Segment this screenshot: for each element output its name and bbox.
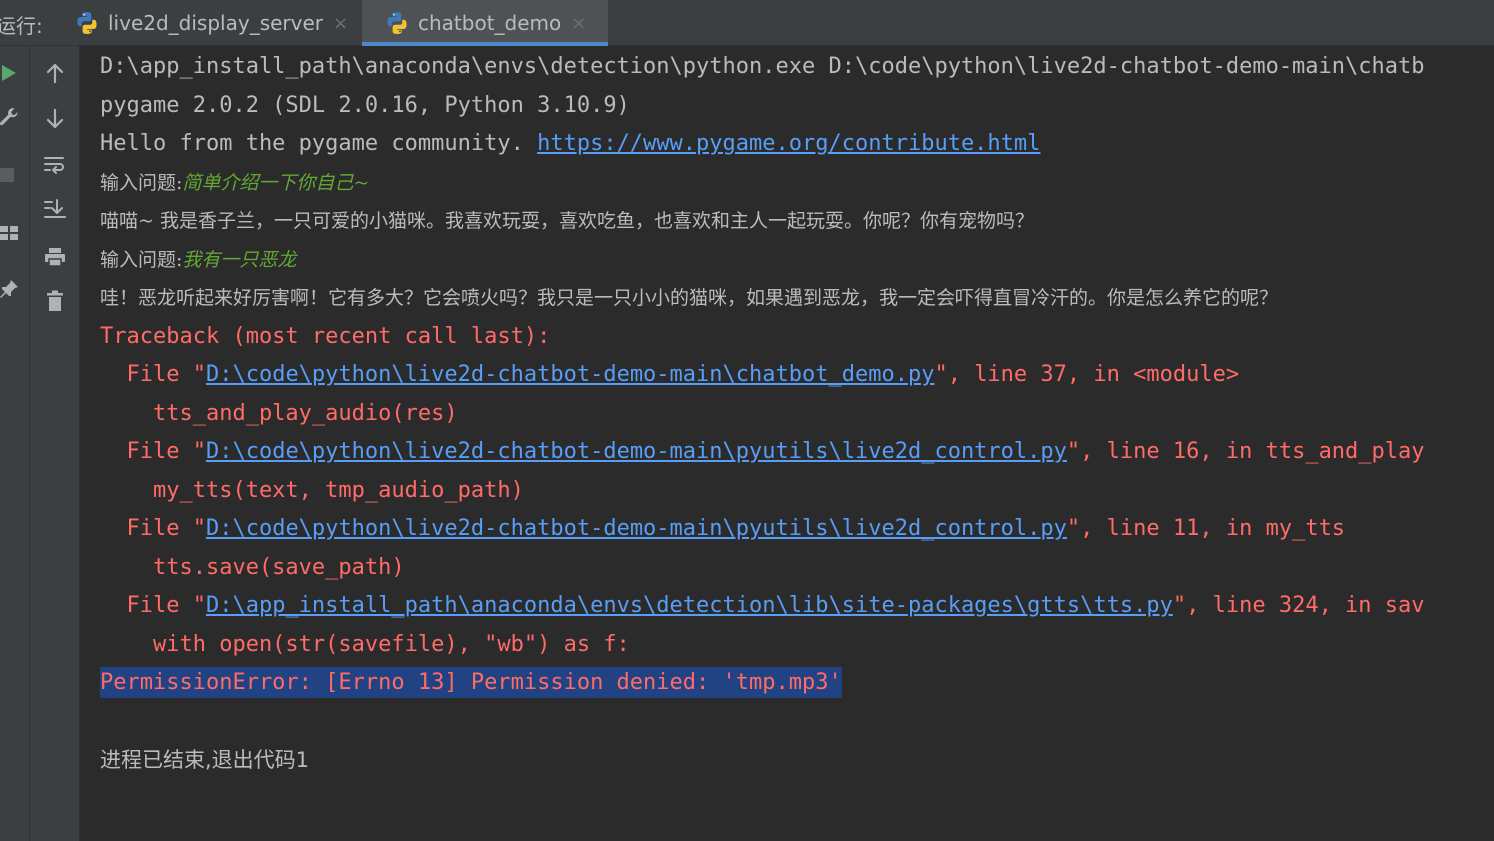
python-icon bbox=[387, 12, 407, 34]
arrow-down-icon[interactable] bbox=[40, 104, 70, 134]
frame-suffix: ", line 324, in sav bbox=[1172, 593, 1425, 618]
error-line[interactable]: PermissionError: [Errno 13] Permission d… bbox=[100, 666, 842, 700]
tab-live2d-display-server[interactable]: live2d_display_server × bbox=[74, 0, 354, 46]
pin-icon[interactable] bbox=[0, 274, 24, 304]
prompt-label: 输入问题: bbox=[100, 172, 183, 194]
prompt-line-1: 输入问题:简单介绍一下你自己~ bbox=[100, 166, 369, 200]
pygame-contribute-link[interactable]: https://www.pygame.org/contribute.html bbox=[537, 131, 1040, 156]
tab-chatbot-demo[interactable]: chatbot_demo × bbox=[362, 0, 608, 46]
hello-text: Hello from the pygame community. bbox=[100, 131, 538, 156]
user-input-1: 简单介绍一下你自己~ bbox=[182, 172, 370, 194]
frame-prefix: File " bbox=[100, 439, 206, 464]
prompt-label: 输入问题: bbox=[100, 249, 183, 271]
user-input-2: 我有一只恶龙 bbox=[182, 249, 297, 271]
selected-error-text: PermissionError: [Errno 13] Permission d… bbox=[100, 667, 842, 698]
traceback-header: Traceback (most recent call last): bbox=[100, 324, 551, 349]
frame-suffix: ", line 16, in tts_and_play bbox=[1066, 439, 1425, 464]
close-icon[interactable]: × bbox=[333, 13, 348, 34]
close-icon[interactable]: × bbox=[571, 13, 586, 34]
python-icon bbox=[77, 12, 97, 34]
traceback-frame: File "D:\app_install_path\anaconda\envs\… bbox=[100, 589, 1425, 623]
stop-icon[interactable] bbox=[0, 160, 22, 190]
console-output[interactable]: D:\app_install_path\anaconda\envs\detect… bbox=[80, 46, 1494, 841]
file-path-link[interactable]: D:\code\python\live2d-chatbot-demo-main\… bbox=[206, 439, 1067, 464]
tab-label: live2d_display_server bbox=[108, 11, 323, 35]
traceback-code: tts.save(save_path) bbox=[100, 555, 405, 580]
tab-label: chatbot_demo bbox=[418, 11, 562, 35]
exit-line: 进程已结束,退出代码1 bbox=[100, 743, 309, 777]
frame-prefix: File " bbox=[100, 593, 206, 618]
traceback-frame: File "D:\code\python\live2d-chatbot-demo… bbox=[100, 512, 1345, 546]
bot-reply-1: 喵喵~ 我是香子兰，一只可爱的小猫咪。我喜欢玩耍，喜欢吃鱼，也喜欢和主人一起玩耍… bbox=[100, 210, 1034, 232]
traceback-code: tts_and_play_audio(res) bbox=[100, 401, 458, 426]
file-path-link[interactable]: D:\code\python\live2d-chatbot-demo-main\… bbox=[206, 516, 1067, 541]
traceback-frame: File "D:\code\python\live2d-chatbot-demo… bbox=[100, 358, 1239, 392]
traceback-code: my_tts(text, tmp_audio_path) bbox=[100, 478, 524, 503]
soft-wrap-icon[interactable] bbox=[40, 150, 70, 180]
bot-reply-2: 哇！恶龙听起来好厉害啊！它有多大？它会喷火吗？我只是一只小小的猫咪，如果遇到恶龙… bbox=[100, 287, 1279, 309]
file-path-link[interactable]: D:\code\python\live2d-chatbot-demo-main\… bbox=[206, 362, 934, 387]
exit-text: 进程已结束,退出代码1 bbox=[100, 748, 310, 772]
traceback-code: with open(str(savefile), "wb") as f: bbox=[100, 632, 630, 657]
run-icon[interactable] bbox=[0, 58, 24, 88]
arrow-up-icon[interactable] bbox=[40, 58, 70, 88]
run-label: 运行: bbox=[0, 14, 43, 38]
left-toolbar bbox=[0, 46, 30, 841]
frame-suffix: ", line 11, in my_tts bbox=[1066, 516, 1346, 541]
file-path-link[interactable]: D:\app_install_path\anaconda\envs\detect… bbox=[206, 593, 1173, 618]
print-icon[interactable] bbox=[40, 242, 70, 272]
layout-icon[interactable] bbox=[0, 218, 24, 248]
scroll-to-end-icon[interactable] bbox=[40, 194, 70, 224]
frame-prefix: File " bbox=[100, 362, 206, 387]
frame-suffix: ", line 37, in <module> bbox=[934, 362, 1240, 387]
command-line: D:\app_install_path\anaconda\envs\detect… bbox=[100, 54, 1425, 79]
prompt-line-2: 输入问题:我有一只恶龙 bbox=[100, 243, 296, 277]
frame-prefix: File " bbox=[100, 516, 206, 541]
pygame-version-line: pygame 2.0.2 (SDL 2.0.16, Python 3.10.9) bbox=[100, 93, 630, 118]
pygame-hello-line: Hello from the pygame community. https:/… bbox=[100, 127, 1040, 161]
wrench-icon[interactable] bbox=[0, 102, 24, 132]
console-actions-toolbar bbox=[30, 46, 80, 841]
traceback-frame: File "D:\code\python\live2d-chatbot-demo… bbox=[100, 435, 1425, 469]
trash-icon[interactable] bbox=[40, 286, 70, 316]
run-tool-window-tabbar: 运行: live2d_display_server × chatbot_demo… bbox=[0, 0, 1494, 46]
